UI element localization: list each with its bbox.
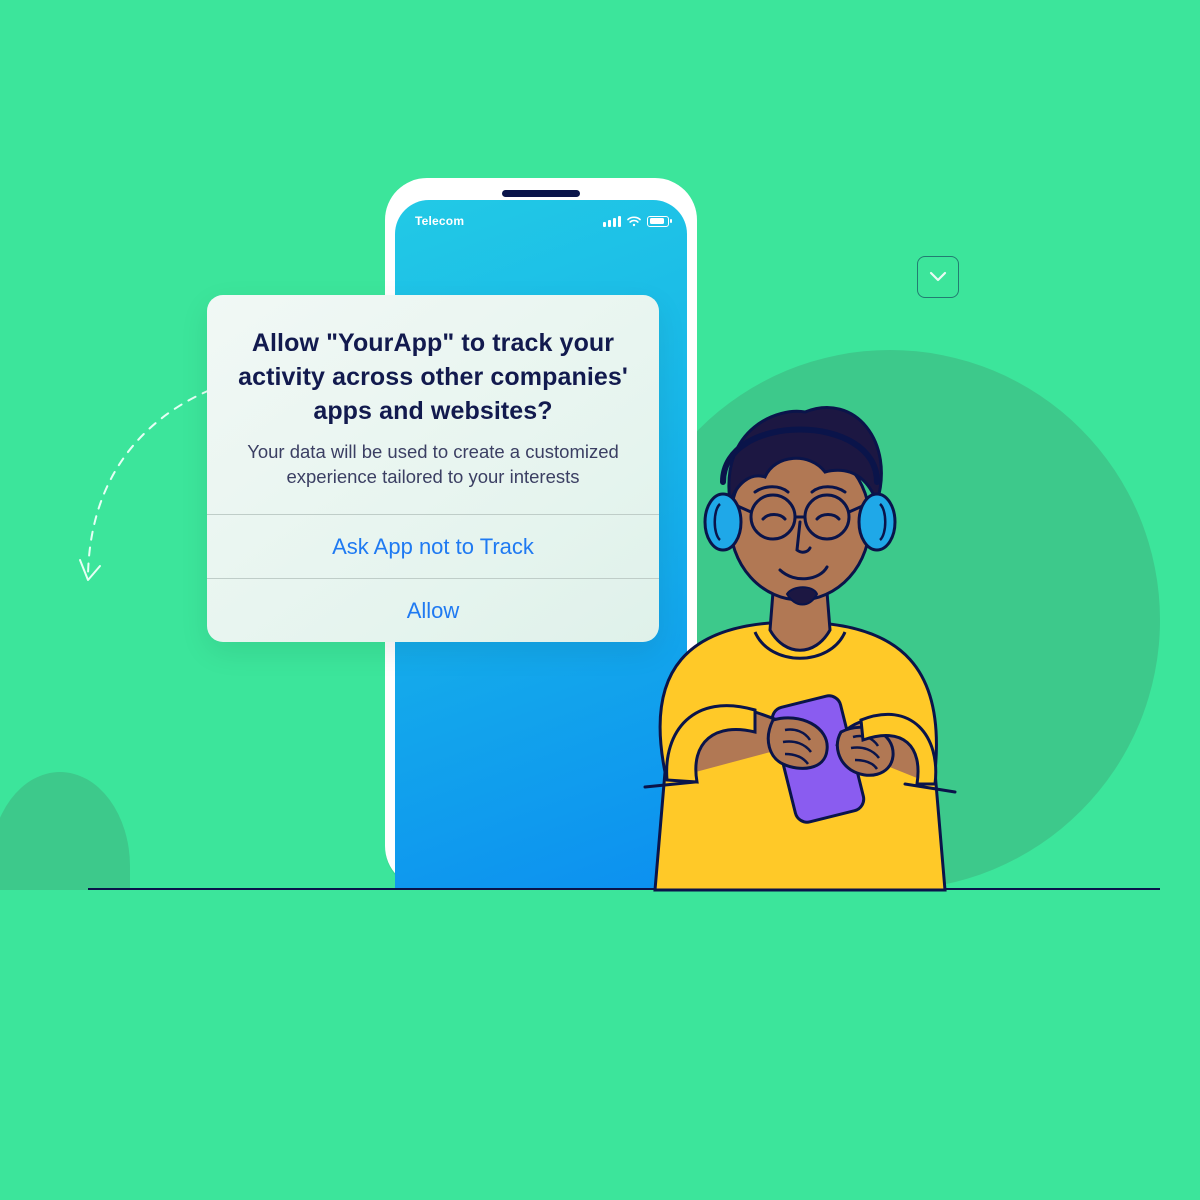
- dialog-content: Allow "YourApp" to track your activity a…: [207, 295, 659, 514]
- wifi-icon: [627, 216, 641, 227]
- dialog-title: Allow "YourApp" to track your activity a…: [235, 327, 631, 428]
- background-blob: [0, 772, 130, 890]
- signal-icon: [603, 216, 621, 227]
- tracking-permission-dialog: Allow "YourApp" to track your activity a…: [207, 295, 659, 642]
- ask-not-to-track-button[interactable]: Ask App not to Track: [207, 514, 659, 578]
- status-bar: Telecom: [415, 214, 669, 228]
- phone-speaker-icon: [502, 190, 580, 197]
- person-illustration: [605, 372, 985, 892]
- allow-button[interactable]: Allow: [207, 578, 659, 642]
- dialog-actions: Ask App not to Track Allow: [207, 514, 659, 642]
- chevron-down-icon: [929, 271, 947, 283]
- status-indicators: [603, 216, 669, 227]
- carrier-label: Telecom: [415, 214, 464, 228]
- decorative-chevron: [917, 256, 959, 298]
- dialog-subtitle: Your data will be used to create a custo…: [235, 440, 631, 490]
- battery-icon: [647, 216, 669, 227]
